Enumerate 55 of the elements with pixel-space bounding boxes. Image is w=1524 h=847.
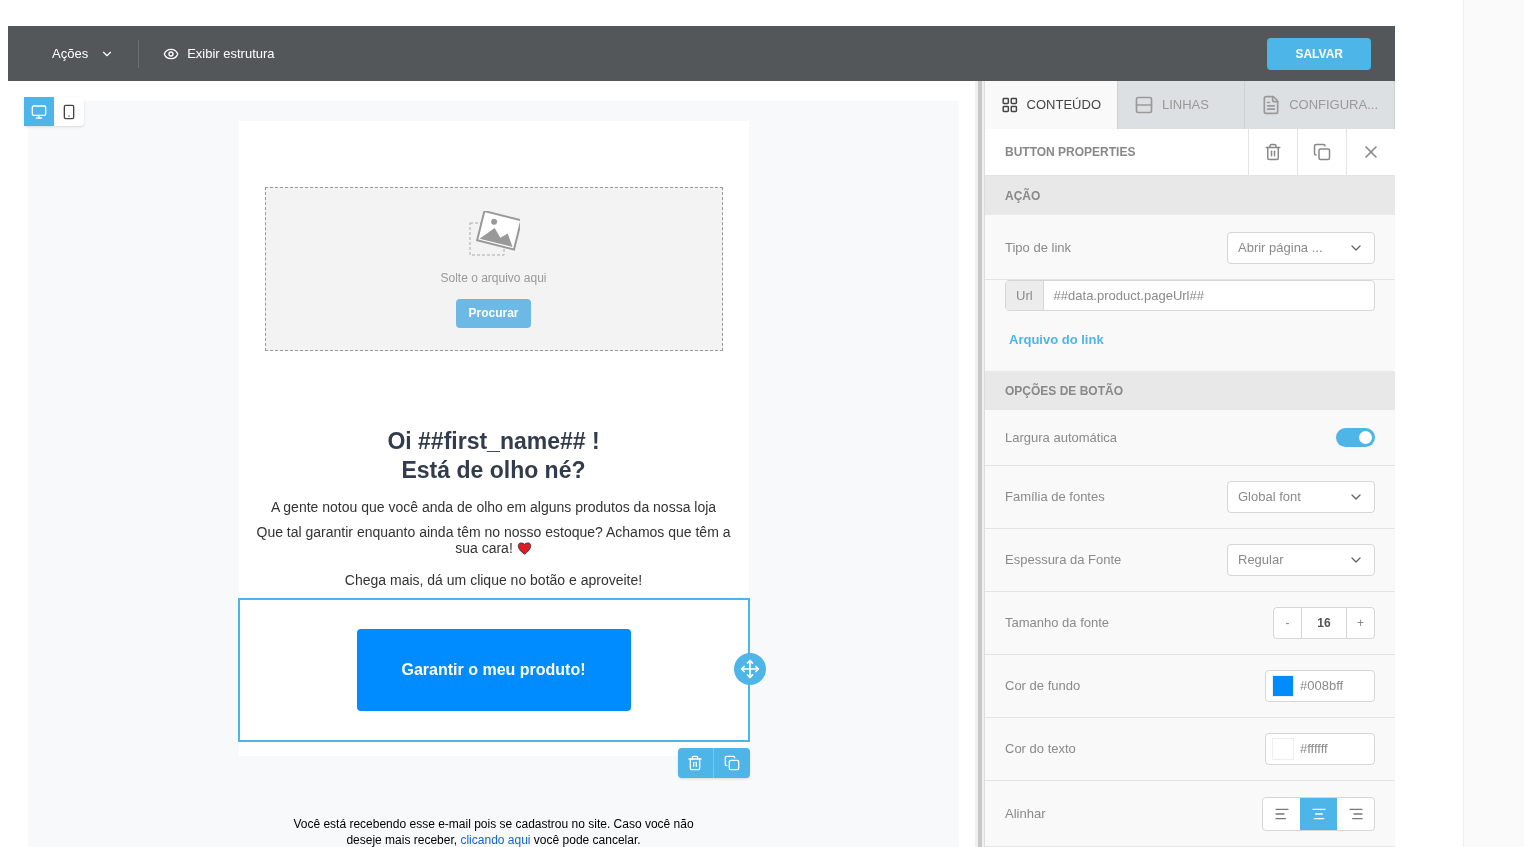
copy-icon [723, 755, 740, 771]
decrement-button[interactable]: - [1274, 608, 1302, 638]
field-label: Cor do texto [1005, 740, 1076, 759]
color-value: #008bff [1300, 677, 1344, 696]
trash-icon [1264, 142, 1282, 161]
monitor-icon [31, 103, 47, 120]
link-file-link[interactable]: Arquivo do link [1009, 332, 1104, 347]
browse-button[interactable]: Procurar [456, 298, 531, 328]
image-icon [467, 210, 520, 257]
field-label: Tipo de link [1005, 239, 1071, 258]
select-dropdown[interactable]: Abrir página ... [1227, 232, 1375, 264]
dropzone-text: Solte o arquivo aqui [440, 269, 547, 287]
panel-title: BUTTON PROPERTIES [1004, 143, 1137, 161]
color-value: #ffffff [1300, 740, 1328, 759]
selected-button-block[interactable]: Garantir o meu produto! [237, 598, 750, 742]
panel-tab[interactable]: CONTEÚDO [985, 81, 1118, 129]
select-dropdown[interactable]: Global font [1227, 481, 1375, 513]
url-addon: Url [1006, 281, 1044, 310]
email-paragraph: A gente notou que você anda de olho em alguns produtos da nossa loja [270, 499, 717, 515]
url-value: ##data.product.pageUrl## [1052, 286, 1205, 305]
move-handle-icon[interactable] [733, 653, 766, 685]
actions-menu[interactable]: Ações [52, 39, 140, 68]
field-label: Família de fontes [1005, 488, 1105, 507]
copy-icon [1313, 142, 1331, 161]
email-paragraph: Que tal garantir enquanto ainda têm no nosso estoque? Achamos que têm a sua cara! [255, 524, 732, 556]
color-field[interactable]: #ffffff [1265, 733, 1375, 765]
increment-button[interactable]: + [1346, 608, 1374, 638]
section-heading: AÇÃO [1005, 187, 1041, 205]
rows-icon [1134, 94, 1154, 115]
align-center-button[interactable] [1300, 797, 1337, 830]
structure-toggle[interactable]: Exibir estrutura [163, 43, 275, 64]
email-footer-text: Você está recebendo esse e-mail pois se cadastrou no site. Caso você não deseje mais receber, clicando aqui você pode cancelar. [292, 816, 695, 847]
font-size-field[interactable]: 16 [1302, 608, 1346, 638]
field-label: Alinhar [1005, 804, 1046, 823]
image-dropzone[interactable]: Solte o arquivo aqui Procurar [264, 187, 723, 351]
smartphone-icon [61, 103, 77, 120]
trash-icon [687, 755, 703, 771]
color-field[interactable]: #008bff [1265, 670, 1375, 702]
email-heading: Oi ##first_name## ! [387, 427, 600, 456]
url-field[interactable]: Url ##data.product.pageUrl## [1005, 280, 1375, 311]
panel-tab[interactable]: CONFIGURA... [1245, 81, 1395, 129]
panel-tab[interactable]: LINHAS [1118, 81, 1246, 129]
email-paragraph: Chega mais, dá um clique no botão e aproveite! [344, 572, 643, 588]
field-label: Espessura da Fonte [1005, 551, 1122, 570]
save-button[interactable]: SALVAR [1267, 37, 1371, 70]
toggle-switch[interactable] [1336, 428, 1375, 447]
field-label: Cor de fundo [1005, 677, 1081, 696]
cta-button[interactable]: Garantir o meu produto! [356, 629, 631, 711]
unsubscribe-link[interactable]: clicando aqui [460, 833, 531, 847]
section-heading: OPÇÕES DE BOTÃO [1005, 382, 1123, 400]
heart-icon [516, 541, 532, 555]
field-label: Largura automática [1005, 428, 1117, 447]
select-dropdown[interactable]: Regular [1227, 544, 1375, 576]
email-heading: Está de olho né? [401, 456, 586, 485]
field-label: Tamanho da fonte [1005, 614, 1110, 633]
